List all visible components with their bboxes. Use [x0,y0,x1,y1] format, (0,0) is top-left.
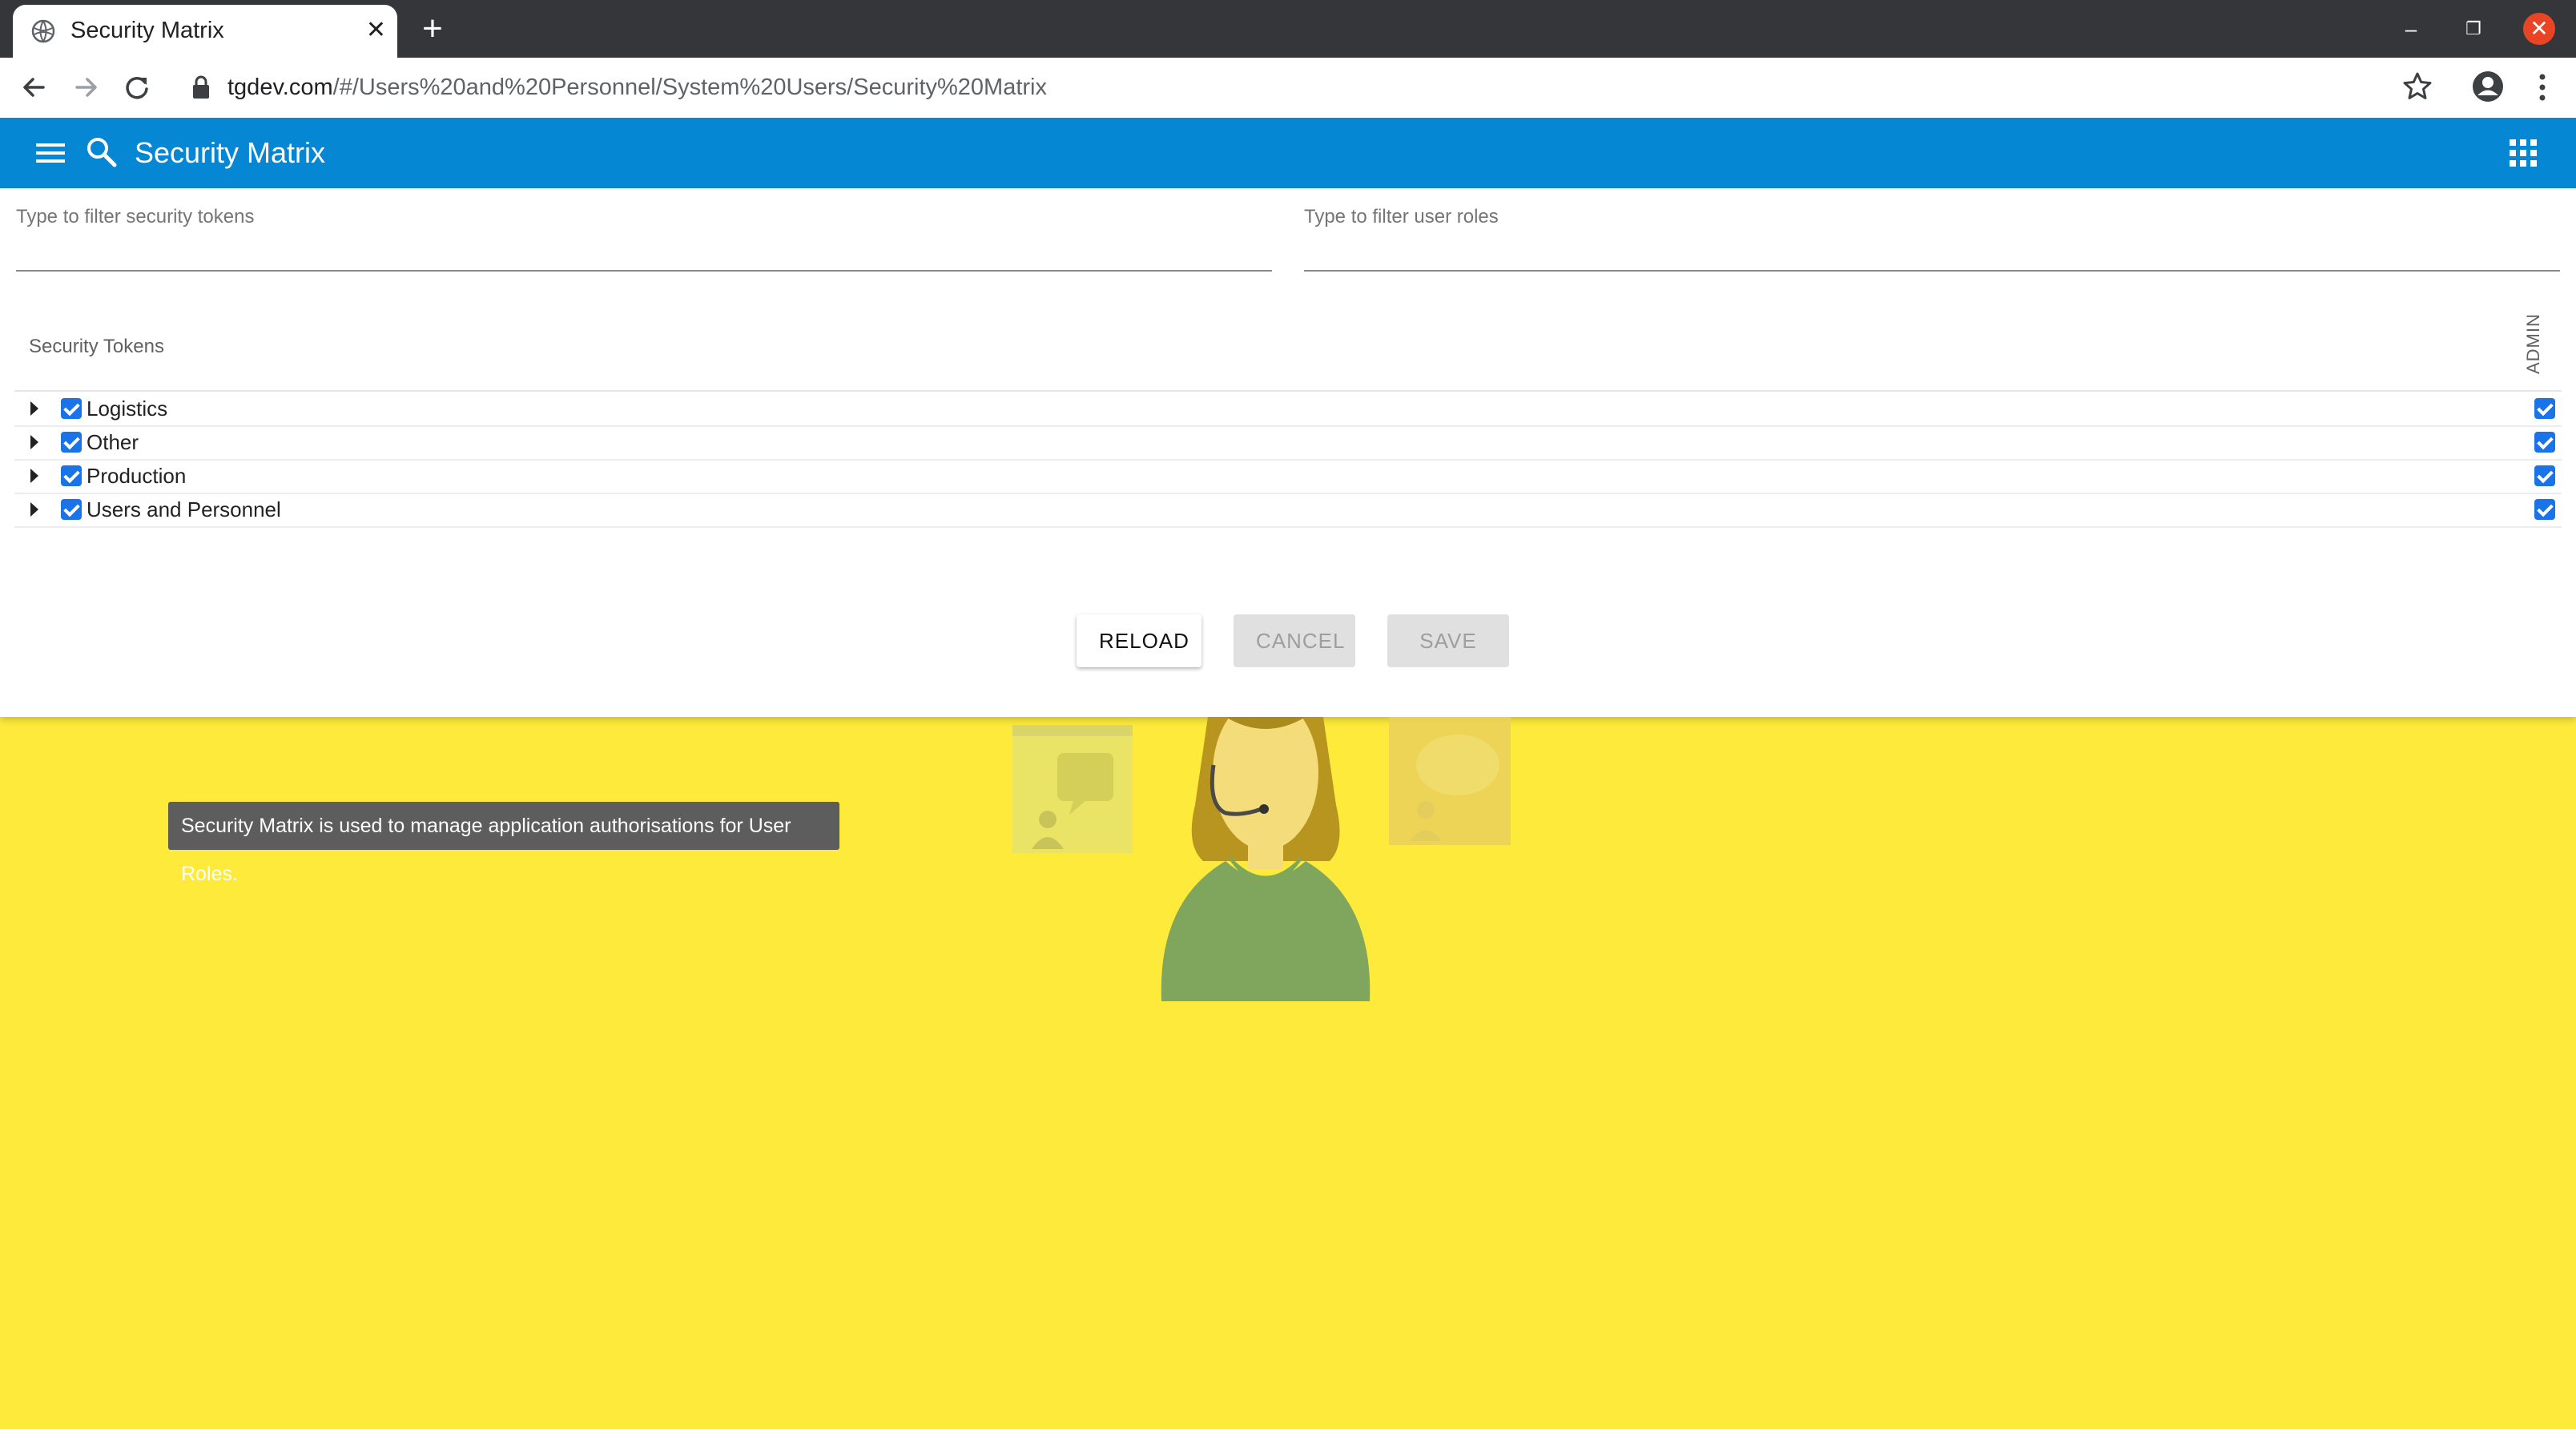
reload-button[interactable]: RELOAD [1077,614,1201,667]
minimize-button[interactable]: – [2395,13,2427,45]
token-label: Users and Personnel [87,497,281,521]
restore-button[interactable]: ❐ [2457,13,2489,45]
admin-permission-checkbox[interactable] [2534,398,2555,419]
app-header: Security Matrix [0,118,2576,188]
expand-caret-icon[interactable] [30,435,38,449]
globe-icon [31,19,55,43]
cancel-button[interactable]: CANCEL [1234,614,1355,667]
expand-caret-icon[interactable] [30,401,38,416]
role-column-header-admin: ADMIN [2523,313,2543,374]
expand-caret-icon[interactable] [30,502,38,517]
browser-menu-icon[interactable] [2533,70,2552,104]
token-filter: Type to filter security tokens [16,188,1272,276]
token-label: Other [87,430,139,454]
admin-permission-checkbox[interactable] [2534,465,2555,486]
token-row: Production [14,459,2562,494]
expand-caret-icon[interactable] [30,469,38,483]
role-filter-input[interactable] [1304,230,2560,272]
role-filter: Type to filter user roles [1304,188,2560,276]
bookmark-star-icon[interactable] [2401,70,2433,103]
forward-arrow-icon[interactable] [67,69,104,106]
token-row: Other [14,425,2562,461]
token-filter-label: Type to filter security tokens [16,206,255,227]
token-checkbox[interactable] [61,398,82,419]
search-icon[interactable] [85,135,119,169]
url-path: /#/Users%20and%20Personnel/System%20User… [332,74,1047,100]
security-tokens-header: Security Tokens [29,336,164,357]
reload-page-icon[interactable] [119,69,155,106]
token-checkbox[interactable] [61,465,82,486]
lock-icon[interactable] [189,74,213,100]
address-bar[interactable]: tgdev.com/#/Users%20and%20Personnel/Syst… [227,58,1047,117]
token-label: Production [87,464,187,488]
token-row: Users and Personnel [14,493,2562,528]
tab-close-icon[interactable]: ✕ [366,5,386,56]
support-agent-illustration [1012,717,1511,1001]
save-button[interactable]: SAVE [1387,614,1509,667]
new-tab-button[interactable]: + [417,0,449,58]
tab-title: Security Matrix [70,18,224,43]
admin-permission-checkbox[interactable] [2534,432,2555,453]
token-row: Logistics [14,392,2562,427]
info-tooltip: Security Matrix is used to manage applic… [168,802,839,885]
token-label: Logistics [87,396,168,421]
browser-tab[interactable]: Security Matrix ✕ [13,5,397,58]
hamburger-menu-icon[interactable] [34,137,67,169]
apps-grid-icon[interactable] [2509,139,2538,167]
page-title: Security Matrix [135,136,326,169]
close-window-button[interactable]: ✕ [2523,13,2555,45]
token-checkbox[interactable] [61,499,82,520]
token-checkbox[interactable] [61,432,82,453]
role-filter-label: Type to filter user roles [1304,206,1499,227]
admin-permission-checkbox[interactable] [2534,499,2555,520]
browser-toolbar: tgdev.com/#/Users%20and%20Personnel/Syst… [0,58,2576,119]
url-host: tgdev.com [227,74,333,100]
token-filter-input[interactable] [16,230,1272,272]
back-arrow-icon[interactable] [16,69,53,106]
security-matrix-panel: Type to filter security tokens Type to f… [0,188,2576,717]
profile-avatar-icon[interactable] [2470,69,2506,104]
browser-tabbar: Security Matrix ✕ + – ❐ ✕ [0,0,2576,58]
